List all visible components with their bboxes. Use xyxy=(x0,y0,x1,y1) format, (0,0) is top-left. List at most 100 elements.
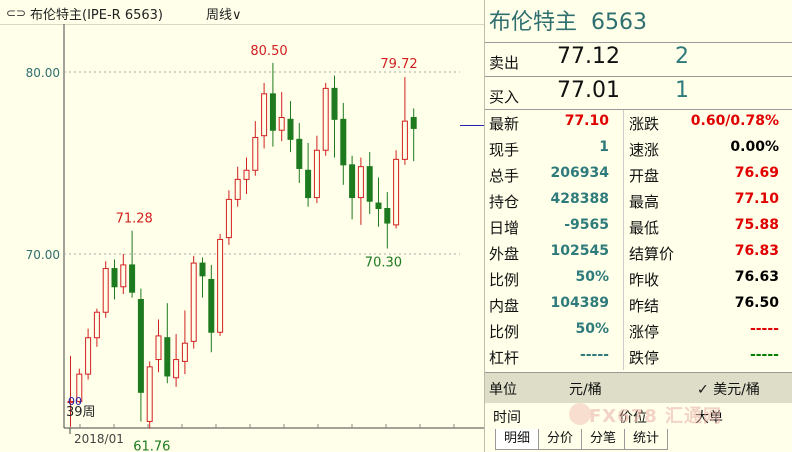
quote-row: 比例 50% 昨收 76.63 xyxy=(485,266,792,292)
quote-left-label: 外盘 xyxy=(489,245,520,263)
divider xyxy=(485,76,792,77)
tab-1[interactable]: 分价 xyxy=(538,429,583,450)
tab-0[interactable]: 明细 xyxy=(495,429,540,450)
candle-body xyxy=(349,164,356,199)
candle-body xyxy=(375,202,382,209)
tab-bar: 明细 分价 分笔 统计 xyxy=(495,429,669,451)
candle-body xyxy=(85,337,92,375)
quote-left-value: -9565 xyxy=(564,217,609,233)
candle-body xyxy=(410,117,417,129)
price-annotation: 71.28 xyxy=(116,212,153,227)
candle-body xyxy=(243,169,250,180)
quote-right-label: 速涨 xyxy=(629,141,660,159)
price-annotation: 61.76 xyxy=(133,440,170,452)
candle-body xyxy=(322,87,329,151)
price-annotation: 80.50 xyxy=(250,44,287,59)
chart-title: 布伦特主(IPE-R 6563) xyxy=(30,8,163,23)
quote-left-label: 内盘 xyxy=(489,297,520,315)
quote-left-value: 428388 xyxy=(550,191,609,207)
buy-volume: 1 xyxy=(675,78,689,103)
quote-row: 比例 50% 涨停 ----- xyxy=(485,318,792,344)
unit-option[interactable]: ✓ 美元/桶 xyxy=(697,379,760,399)
candle-body xyxy=(384,208,391,224)
candle-body xyxy=(217,238,224,333)
price-annotation: 70.30 xyxy=(365,256,402,271)
candle-body xyxy=(199,262,206,277)
candle-body xyxy=(296,138,303,169)
quote-right-value: ----- xyxy=(749,321,779,337)
quote-left-value: 77.10 xyxy=(564,113,609,129)
quote-left-label: 最新 xyxy=(489,115,520,133)
x-tick-label: 2018/01 xyxy=(74,432,124,446)
quote-left-label: 比例 xyxy=(489,323,520,341)
quote-right-label: 结算价 xyxy=(629,245,675,263)
period-dropdown[interactable]: 周线∨ xyxy=(206,4,242,23)
candle-body xyxy=(269,93,276,131)
chart-header: ⊂⊃ 布伦特主(IPE-R 6563) 周线∨ xyxy=(0,0,484,25)
candle-body xyxy=(393,158,400,226)
quote-right-label: 昨收 xyxy=(629,271,660,289)
tab-2[interactable]: 分笔 xyxy=(581,429,626,450)
y-tick-label: 70.00 xyxy=(26,248,60,262)
quote-left-label: 日增 xyxy=(489,219,520,237)
quote-row: 杠杆 ----- 跌停 ----- xyxy=(485,344,792,370)
quote-row: 最新 77.10 涨跌 0.60/0.78% xyxy=(485,110,792,136)
quote-row: 持仓 428388 最高 77.10 xyxy=(485,188,792,214)
candle-body xyxy=(208,278,215,333)
quote-left-value: ----- xyxy=(579,347,609,363)
quote-left-value: 206934 xyxy=(550,165,609,181)
candle-body xyxy=(155,335,162,361)
quote-left-label: 总手 xyxy=(489,167,520,185)
candlestick-chart[interactable]: 80.00 70.00 2018/01 71.28 61.76 80.50 79.72 70.… xyxy=(0,24,484,452)
quote-left-value: 50% xyxy=(575,321,609,337)
candle-body xyxy=(252,137,259,171)
y-tick-label: 80.00 xyxy=(26,66,60,80)
chart-area[interactable]: ⊂⊃ 布伦特主(IPE-R 6563) 周线∨ 80.00 70.00 2018/0… xyxy=(0,0,484,452)
quote-left-value: 102545 xyxy=(550,243,609,259)
quote-row: 外盘 102545 结算价 76.83 xyxy=(485,240,792,266)
quote-left-value: 104389 xyxy=(550,295,609,311)
quote-right-value: 0.00% xyxy=(730,139,779,155)
quote-right-value: 76.63 xyxy=(734,269,779,285)
candle-body xyxy=(137,299,144,393)
unit-row[interactable]: 单位 元/桶 ✓ 美元/桶 xyxy=(485,372,792,403)
quote-right-label: 最高 xyxy=(629,193,660,211)
candle-body xyxy=(225,198,232,239)
candle-body xyxy=(278,117,285,131)
sell-label: 卖出 xyxy=(489,54,520,72)
price-annotation: 79.72 xyxy=(380,57,417,72)
quote-left-label: 现手 xyxy=(489,141,520,159)
unit-label: 单位 xyxy=(489,382,517,398)
quote-right-value: 0.60/0.78% xyxy=(690,113,779,129)
watermark: FX678 汇通网 xyxy=(589,406,723,427)
link-icon[interactable]: ⊂⊃ xyxy=(6,6,26,20)
candle-body xyxy=(261,93,268,137)
quote-right-label: 涨停 xyxy=(629,323,660,341)
candle-body xyxy=(313,149,320,199)
quote-right-label: 开盘 xyxy=(629,167,660,185)
candle-body xyxy=(181,342,188,362)
buy-label: 买入 xyxy=(489,88,520,106)
quote-left-value: 1 xyxy=(599,139,609,155)
quote-right-value: 76.50 xyxy=(734,295,779,311)
divider xyxy=(485,42,792,43)
quote-left-value: 50% xyxy=(575,269,609,285)
candle-body xyxy=(164,337,171,377)
candle-body xyxy=(287,118,294,140)
sell-price: 77.12 xyxy=(557,44,620,69)
quote-row: 日增 -9565 最低 75.88 xyxy=(485,214,792,240)
quote-right-label: 涨跌 xyxy=(629,115,660,133)
quote-row: 现手 1 速涨 0.00% xyxy=(485,136,792,162)
quote-panel: 布伦特主 6563 卖出 77.12 2 买入 77.01 1 最新 77.10 涨… xyxy=(484,0,792,452)
product-name: 布伦特主 xyxy=(489,10,578,35)
unit-value[interactable]: 元/桶 xyxy=(569,379,602,399)
candle-body xyxy=(93,311,100,339)
quote-right-value: ----- xyxy=(749,347,779,363)
quote-right-label: 最低 xyxy=(629,219,660,237)
quote-right-value: 76.83 xyxy=(734,243,779,259)
candle-body xyxy=(173,359,180,379)
quote-left-label: 杠杆 xyxy=(489,349,520,367)
tab-3[interactable]: 统计 xyxy=(624,429,669,450)
candle-body xyxy=(366,166,373,202)
candle-body xyxy=(146,366,153,422)
